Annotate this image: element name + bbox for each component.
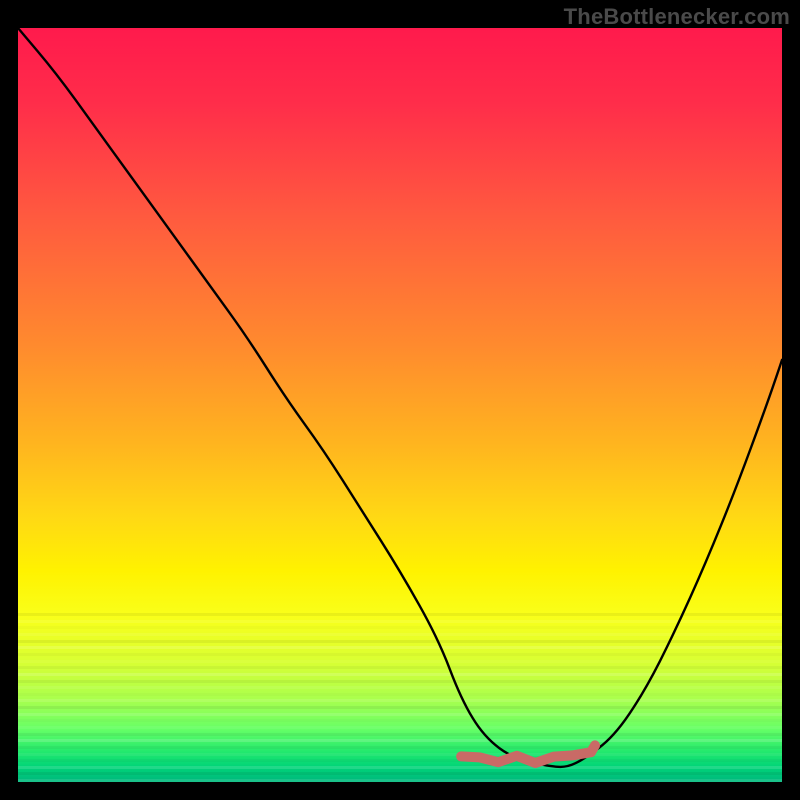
bottleneck-curve [18,28,782,767]
flat-region-marker [461,745,595,763]
watermark-label: TheBottlenecker.com [564,4,790,30]
chart-stage: TheBottlenecker.com [0,0,800,800]
plot-area [18,28,782,782]
chart-svg [18,28,782,782]
